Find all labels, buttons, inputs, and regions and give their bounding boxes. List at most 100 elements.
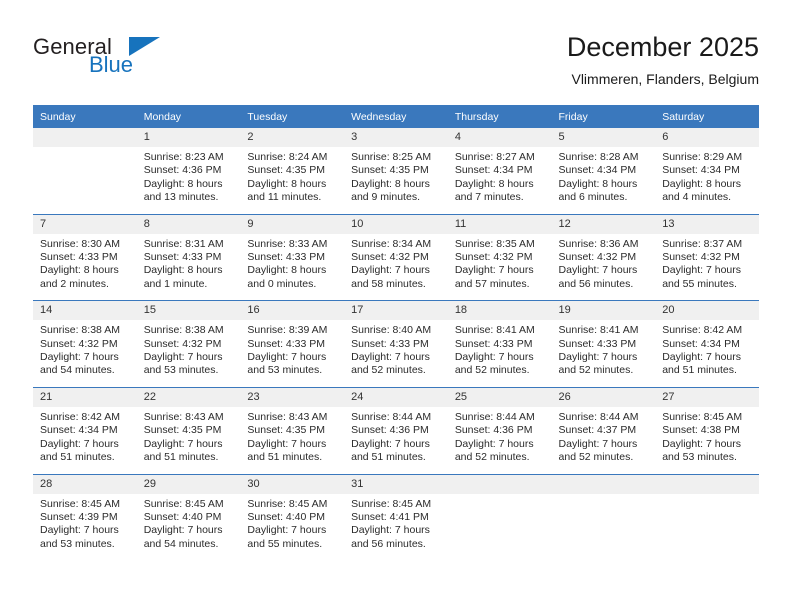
day-sunset-text: Sunset: 4:33 PM — [247, 337, 326, 350]
day-cell[interactable]: Sunrise: 8:34 AM Sunset: 4:32 PM Daylight:… — [344, 234, 448, 301]
day-number-cell[interactable]: 28 — [33, 473, 137, 494]
day-number-cell[interactable]: 6 — [655, 128, 759, 147]
day-daylight2-text: and 54 minutes. — [143, 537, 219, 550]
day-daylight1-text: Daylight: 8 hours — [40, 264, 119, 277]
day-cell[interactable]: Sunrise: 8:39 AM Sunset: 4:33 PM Daylight:… — [240, 320, 344, 387]
day-number-cell[interactable]: 10 — [344, 213, 448, 234]
day-sunset-text: Sunset: 4:32 PM — [143, 337, 222, 350]
day-cell[interactable]: Sunrise: 8:35 AM Sunset: 4:32 PM Daylight:… — [448, 234, 552, 301]
day-number-cell[interactable]: 2 — [240, 128, 345, 147]
day-sunrise-text: Sunrise: 8:34 AM — [351, 237, 432, 250]
day-cell[interactable]: Sunrise: 8:28 AM Sunset: 4:34 PM Daylight:… — [552, 147, 656, 214]
day-sunrise-text: Sunrise: 8:25 AM — [351, 151, 432, 163]
day-number-cell[interactable]: 3 — [344, 128, 448, 147]
day-cell[interactable]: Sunrise: 8:23 AM Sunset: 4:36 PM Daylight:… — [137, 147, 241, 214]
day-cell[interactable]: Sunrise: 8:24 AM Sunset: 4:35 PM Daylight:… — [240, 147, 344, 214]
day-daylight2-text: and 54 minutes. — [40, 364, 115, 377]
page-header: General Blue December 2025 Vlimmeren, Fl… — [33, 30, 759, 98]
day-cell[interactable]: Sunrise: 8:38 AM Sunset: 4:32 PM Daylight:… — [137, 320, 241, 387]
day-cell[interactable]: Sunrise: 8:42 AM Sunset: 4:34 PM Daylight:… — [655, 320, 759, 387]
day-number-cell[interactable]: 1 — [136, 128, 241, 147]
day-cell-body: Sunrise: 8:43 AM Sunset: 4:35 PM Daylight:… — [240, 407, 344, 474]
day-cell-body: Sunrise: 8:40 AM Sunset: 4:33 PM Daylight:… — [344, 320, 448, 387]
day-number-cell[interactable]: 22 — [136, 386, 241, 407]
day-number-cell[interactable]: 11 — [447, 213, 552, 234]
day-daylight2-text: and 51 minutes. — [662, 364, 737, 377]
week-detail-row: Sunrise: 8:45 AM Sunset: 4:39 PM Daylight:… — [33, 494, 759, 561]
day-cell-body — [552, 494, 656, 552]
day-cell[interactable]: Sunrise: 8:45 AM Sunset: 4:40 PM Daylight:… — [240, 494, 344, 561]
day-cell[interactable]: Sunrise: 8:40 AM Sunset: 4:33 PM Daylight:… — [344, 320, 448, 387]
day-cell[interactable]: Sunrise: 8:44 AM Sunset: 4:36 PM Daylight:… — [448, 407, 552, 474]
day-cell[interactable]: Sunrise: 8:45 AM Sunset: 4:39 PM Daylight:… — [33, 494, 137, 561]
day-cell[interactable]: Sunrise: 8:30 AM Sunset: 4:33 PM Daylight:… — [33, 234, 137, 301]
day-number-cell[interactable]: 21 — [33, 386, 137, 407]
day-cell[interactable]: Sunrise: 8:29 AM Sunset: 4:34 PM Daylight:… — [655, 147, 759, 214]
day-cell[interactable]: Sunrise: 8:31 AM Sunset: 4:33 PM Daylight:… — [137, 234, 241, 301]
day-sunrise-text: Sunrise: 8:31 AM — [143, 237, 224, 250]
day-number-cell[interactable]: 23 — [240, 386, 345, 407]
day-sunset-text: Sunset: 4:38 PM — [662, 424, 740, 437]
weekday-header-thursday: Thursday — [447, 105, 552, 128]
day-number-cell[interactable]: 19 — [551, 300, 656, 321]
day-number-cell[interactable]: 13 — [655, 213, 759, 234]
day-cell[interactable]: Sunrise: 8:45 AM Sunset: 4:41 PM Daylight:… — [344, 494, 448, 561]
day-cell[interactable]: Sunrise: 8:44 AM Sunset: 4:37 PM Daylight:… — [552, 407, 656, 474]
day-cell[interactable]: Sunrise: 8:27 AM Sunset: 4:34 PM Daylight:… — [448, 147, 552, 214]
day-sunrise-text: Sunrise: 8:28 AM — [558, 151, 639, 163]
day-cell[interactable]: Sunrise: 8:38 AM Sunset: 4:32 PM Daylight:… — [33, 320, 137, 387]
day-number-cell[interactable]: 18 — [447, 300, 552, 321]
day-sunrise-text: Sunrise: 8:42 AM — [40, 410, 120, 423]
day-number-cell[interactable]: 12 — [551, 213, 656, 234]
day-number-cell[interactable]: 20 — [655, 300, 759, 321]
day-number-cell[interactable]: 15 — [136, 300, 241, 321]
day-number-cell[interactable]: 31 — [344, 473, 448, 494]
day-sunrise-text: Sunrise: 8:42 AM — [662, 324, 743, 337]
day-number-cell[interactable]: 29 — [136, 473, 241, 494]
day-sunset-text: Sunset: 4:41 PM — [351, 510, 429, 523]
day-sunrise-text: Sunrise: 8:45 AM — [662, 410, 743, 423]
day-cell[interactable]: Sunrise: 8:36 AM Sunset: 4:32 PM Daylight:… — [552, 234, 656, 301]
day-cell-body: Sunrise: 8:45 AM Sunset: 4:40 PM Daylight:… — [240, 494, 344, 561]
day-cell-body: Sunrise: 8:31 AM Sunset: 4:33 PM Daylight:… — [137, 234, 241, 301]
week-daynumber-row: 21 22 23 24 25 26 27 — [33, 386, 759, 407]
day-sunset-text: Sunset: 4:33 PM — [143, 251, 222, 264]
day-number-cell[interactable]: 8 — [136, 213, 241, 234]
day-number-cell[interactable]: 7 — [33, 213, 137, 234]
day-cell[interactable]: Sunrise: 8:44 AM Sunset: 4:36 PM Daylight:… — [344, 407, 448, 474]
day-number-cell[interactable]: 17 — [344, 300, 448, 321]
day-number-cell[interactable]: 25 — [447, 386, 552, 407]
page-subtitle: Vlimmeren, Flanders, Belgium — [571, 71, 759, 87]
day-number-cell-empty — [33, 128, 137, 147]
day-cell[interactable]: Sunrise: 8:37 AM Sunset: 4:32 PM Daylight:… — [655, 234, 759, 301]
day-daylight2-text: and 7 minutes. — [454, 191, 524, 204]
day-number-cell[interactable]: 16 — [240, 300, 345, 321]
day-number-cell[interactable]: 5 — [551, 128, 656, 147]
day-cell-body: Sunrise: 8:30 AM Sunset: 4:33 PM Daylight:… — [33, 234, 137, 301]
day-cell-body: Sunrise: 8:45 AM Sunset: 4:39 PM Daylight:… — [33, 494, 137, 561]
day-cell[interactable]: Sunrise: 8:45 AM Sunset: 4:38 PM Daylight:… — [655, 407, 759, 474]
day-cell[interactable]: Sunrise: 8:43 AM Sunset: 4:35 PM Daylight:… — [240, 407, 344, 474]
day-sunset-text: Sunset: 4:36 PM — [143, 164, 222, 177]
day-number-cell[interactable]: 26 — [551, 386, 656, 407]
day-number-cell[interactable]: 30 — [240, 473, 345, 494]
day-sunrise-text: Sunrise: 8:38 AM — [143, 324, 224, 337]
day-daylight2-text: and 9 minutes. — [351, 191, 420, 204]
day-daylight1-text: Daylight: 7 hours — [40, 524, 119, 537]
day-cell[interactable]: Sunrise: 8:41 AM Sunset: 4:33 PM Daylight:… — [552, 320, 656, 387]
day-cell[interactable]: Sunrise: 8:33 AM Sunset: 4:33 PM Daylight:… — [240, 234, 344, 301]
calendar-page: General Blue December 2025 Vlimmeren, Fl… — [0, 0, 792, 612]
day-cell[interactable]: Sunrise: 8:43 AM Sunset: 4:35 PM Daylight:… — [137, 407, 241, 474]
day-cell[interactable]: Sunrise: 8:42 AM Sunset: 4:34 PM Daylight:… — [33, 407, 137, 474]
day-number-cell[interactable]: 24 — [344, 386, 448, 407]
day-cell-body: Sunrise: 8:43 AM Sunset: 4:35 PM Daylight:… — [137, 407, 241, 474]
day-number-cell[interactable]: 27 — [655, 386, 759, 407]
day-number-cell[interactable]: 9 — [240, 213, 345, 234]
day-cell[interactable]: Sunrise: 8:41 AM Sunset: 4:33 PM Daylight:… — [448, 320, 552, 387]
day-cell[interactable]: Sunrise: 8:25 AM Sunset: 4:35 PM Daylight:… — [344, 147, 448, 214]
day-number-cell[interactable]: 14 — [33, 300, 137, 321]
day-cell[interactable]: Sunrise: 8:45 AM Sunset: 4:40 PM Daylight:… — [137, 494, 241, 561]
day-daylight1-text: Daylight: 7 hours — [40, 351, 119, 364]
day-daylight1-text: Daylight: 8 hours — [454, 177, 534, 190]
day-number-cell[interactable]: 4 — [447, 128, 552, 147]
